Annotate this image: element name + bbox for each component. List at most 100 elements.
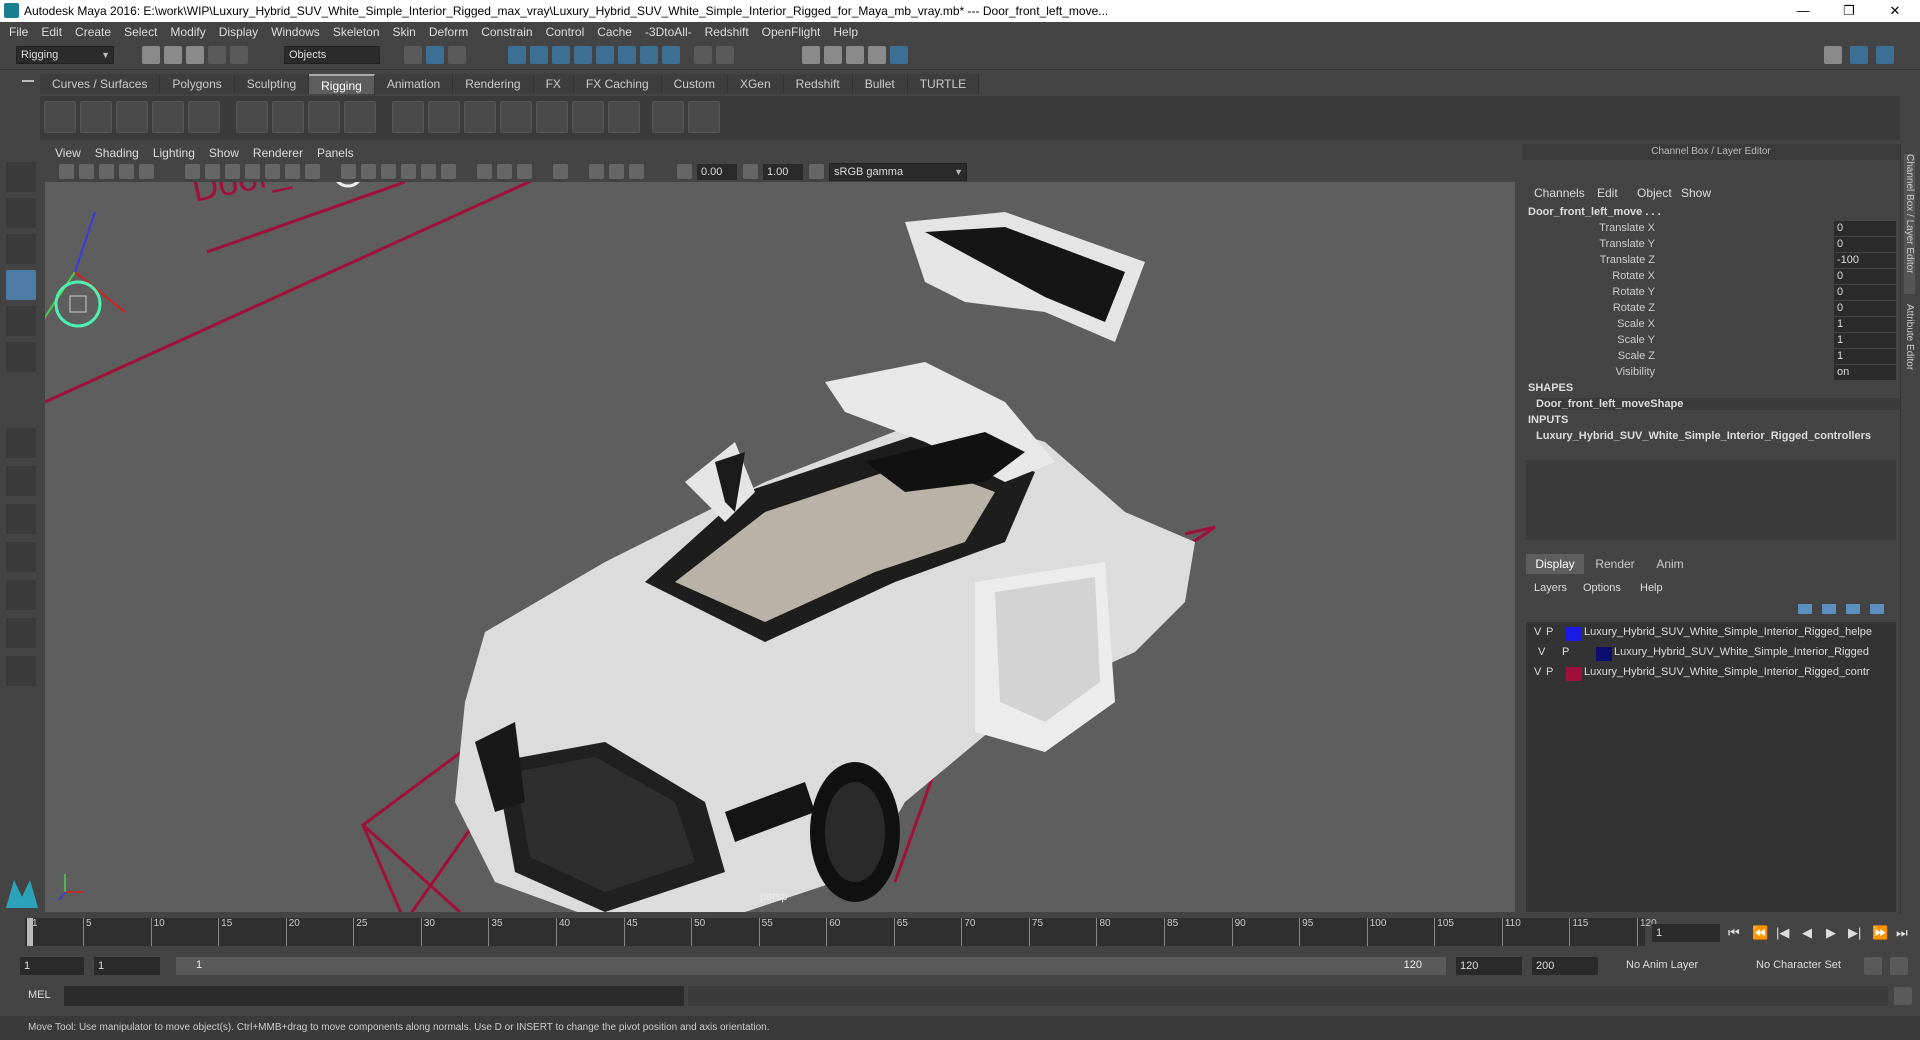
history-icon[interactable] (716, 46, 734, 64)
safe-title-icon[interactable] (305, 164, 320, 179)
menu-3dtoall[interactable]: -3DtoAll- (645, 25, 692, 39)
tab-rendering[interactable]: Rendering (453, 74, 534, 94)
layer-row[interactable]: V P Luxury_Hybrid_SUV_White_Simple_Inter… (1532, 666, 1904, 684)
hypershade-icon[interactable] (890, 46, 908, 64)
layer-row[interactable]: V P Luxury_Hybrid_SUV_White_Simple_Inter… (1532, 626, 1904, 644)
shadows-icon[interactable] (441, 164, 456, 179)
play-backward-icon[interactable]: ◀ (1802, 925, 1812, 941)
persp-graph-icon[interactable] (6, 542, 36, 572)
color-management-icon[interactable] (809, 164, 824, 179)
open-scene-icon[interactable] (164, 46, 182, 64)
layer-visibility-toggle[interactable]: V (1534, 626, 1541, 638)
time-slider[interactable]: 1 5 10 15 20 25 30 35 40 45 50 55 60 65 70 75 80 85 90 95 10… (25, 918, 1657, 946)
layer-tab-display[interactable]: Display (1526, 554, 1584, 574)
layer-row[interactable]: V P Luxury_Hybrid_SUV_White_Simple_Inter… (1532, 646, 1904, 664)
snap-point-icon[interactable] (552, 46, 570, 64)
menu-redshift[interactable]: Redshift (705, 25, 749, 39)
color-space-selector[interactable]: sRGB gamma ▼ (829, 163, 967, 181)
menu-edit[interactable]: Edit (41, 25, 62, 39)
menu-skeleton[interactable]: Skeleton (333, 25, 380, 39)
redo-icon[interactable] (230, 46, 248, 64)
go-to-start-icon[interactable]: ⏮ (1728, 925, 1740, 941)
tab-redshift[interactable]: Redshift (783, 74, 853, 94)
menu-control[interactable]: Control (546, 25, 585, 39)
attr-value-scale-z[interactable]: 1 (1834, 349, 1896, 364)
step-back-key-icon[interactable]: |◀ (1776, 925, 1789, 941)
bind-skin-icon[interactable] (392, 101, 424, 133)
make-live-icon[interactable] (640, 46, 658, 64)
attr-value-scale-y[interactable]: 1 (1834, 333, 1896, 348)
layer-visibility-toggle[interactable]: V (1538, 646, 1545, 658)
sculpt-deformer-icon[interactable] (344, 101, 376, 133)
selection-mode-selector[interactable]: Objects (284, 46, 380, 64)
mel-label[interactable]: MEL (28, 989, 51, 1001)
layer-name[interactable]: Luxury_Hybrid_SUV_White_Simple_Interior_… (1614, 646, 1869, 658)
ik-spline-icon[interactable] (152, 101, 184, 133)
menu-skin[interactable]: Skin (393, 25, 416, 39)
layer-visibility-toggle[interactable]: V (1534, 666, 1541, 678)
field-chart-icon[interactable] (265, 164, 280, 179)
tab-custom[interactable]: Custom (661, 74, 728, 94)
layer-color-swatch[interactable] (1596, 647, 1612, 661)
undo-icon[interactable] (208, 46, 226, 64)
menu-create[interactable]: Create (75, 25, 111, 39)
layer-color-swatch[interactable] (1566, 667, 1582, 681)
menu-openflight[interactable]: OpenFlight (762, 25, 821, 39)
ambient-occlusion-icon[interactable] (477, 164, 492, 179)
layer-name[interactable]: Luxury_Hybrid_SUV_White_Simple_Interior_… (1584, 626, 1872, 638)
show-menu[interactable]: Show (1681, 186, 1711, 200)
isolate-select-icon[interactable] (553, 164, 568, 179)
cluster-icon[interactable] (236, 101, 268, 133)
safe-action-icon[interactable] (285, 164, 300, 179)
lock-icon[interactable] (694, 46, 712, 64)
camera-select-icon[interactable] (59, 164, 74, 179)
tab-rigging[interactable]: Rigging (309, 74, 375, 94)
attr-value-rotate-z[interactable]: 0 (1834, 301, 1896, 316)
current-frame-field[interactable]: 1 (1652, 924, 1720, 942)
menu-modify[interactable]: Modify (170, 25, 205, 39)
anti-aliasing-icon[interactable] (517, 164, 532, 179)
channels-menu[interactable]: Channels (1534, 186, 1585, 200)
move-layer-down-icon[interactable] (1822, 604, 1836, 614)
tab-fx-caching[interactable]: FX Caching (573, 74, 662, 94)
snap-view-plane-icon[interactable] (574, 46, 592, 64)
tab-polygons[interactable]: Polygons (160, 74, 235, 94)
bookmark-icon[interactable] (99, 164, 114, 179)
side-tab-attribute-editor[interactable]: Attribute Editor (1904, 304, 1915, 370)
new-scene-icon[interactable] (142, 46, 160, 64)
layers-menu[interactable]: Layers (1534, 582, 1567, 594)
close-button[interactable]: ✕ (1872, 0, 1918, 22)
menu-select[interactable]: Select (124, 25, 157, 39)
rotate-tool-icon[interactable] (6, 306, 36, 336)
playback-start-field[interactable]: 1 (94, 957, 160, 975)
grid-toggle-icon[interactable] (185, 164, 200, 179)
add-influence-icon[interactable] (652, 101, 684, 133)
attr-value-translate-z[interactable]: -100 (1834, 253, 1896, 268)
step-forward-key-icon[interactable]: ▶| (1848, 925, 1861, 941)
layer-tab-anim[interactable]: Anim (1646, 554, 1694, 574)
tab-sculpting[interactable]: Sculpting (234, 74, 310, 94)
animation-start-field[interactable]: 1 (20, 957, 84, 975)
select-object-icon[interactable] (426, 46, 444, 64)
resolution-gate-icon[interactable] (225, 164, 240, 179)
options-menu[interactable]: Options (1583, 582, 1621, 594)
layer-tab-render[interactable]: Render (1586, 554, 1644, 574)
lattice-icon[interactable] (272, 101, 304, 133)
attr-value-visibility[interactable]: on (1834, 365, 1896, 380)
perspective-viewport[interactable]: Door_ (45, 182, 1515, 912)
select-hierarchy-icon[interactable] (404, 46, 422, 64)
image-plane-icon[interactable] (119, 164, 134, 179)
animation-end-field[interactable]: 200 (1532, 957, 1598, 975)
snap-curve-icon[interactable] (530, 46, 548, 64)
insert-joint-icon[interactable] (80, 101, 112, 133)
outliner-persp-icon[interactable] (6, 618, 36, 648)
attr-value-translate-x[interactable]: 0 (1834, 221, 1896, 236)
camera-attributes-icon[interactable] (79, 164, 94, 179)
parent-constraint-icon[interactable] (428, 101, 460, 133)
tab-curves-surfaces[interactable]: Curves / Surfaces (40, 74, 161, 94)
viewport-menu-renderer[interactable]: Renderer (253, 146, 303, 160)
move-layer-up-icon[interactable] (1798, 604, 1812, 614)
anim-layer-selector[interactable]: No Anim Layer (1622, 957, 1742, 975)
menu-cache[interactable]: Cache (597, 25, 632, 39)
render-current-icon[interactable] (824, 46, 842, 64)
